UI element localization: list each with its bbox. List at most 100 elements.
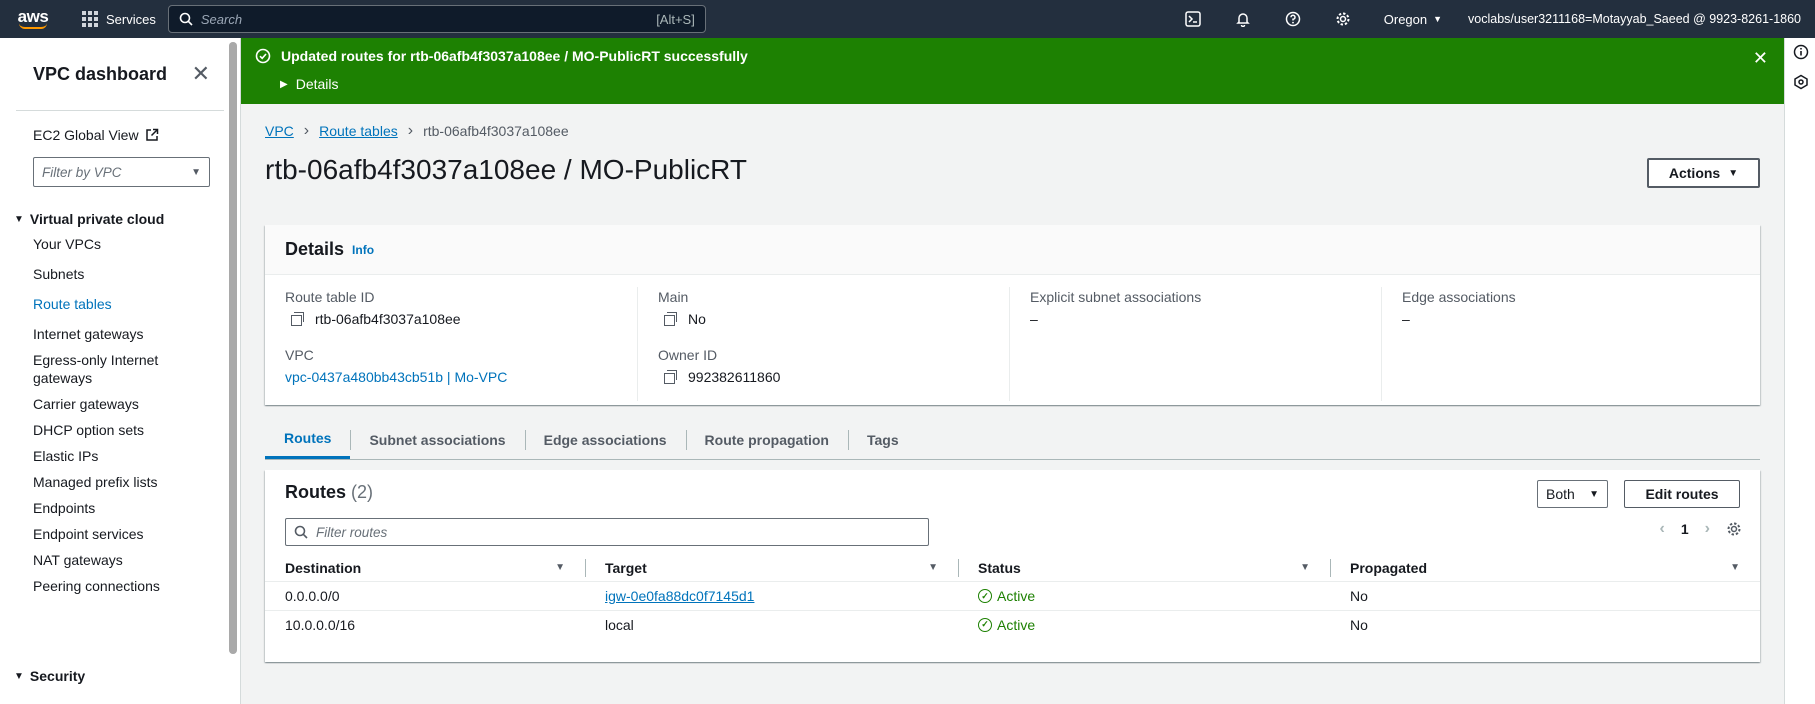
caret-down-icon: ▼ xyxy=(14,670,24,682)
sort-caret-icon: ▼ xyxy=(928,562,938,573)
ip-version-value: Both xyxy=(1546,486,1575,502)
details-column-1: Route table ID rtb-06afb4f3037a108ee VPC… xyxy=(265,287,637,401)
details-column-3: Explicit subnet associations – xyxy=(1009,287,1381,401)
copy-icon[interactable] xyxy=(664,312,678,326)
sidebar-item-elastic-ips[interactable]: Elastic IPs xyxy=(33,447,173,465)
column-header-target[interactable]: Target ▼ xyxy=(585,554,958,582)
sidebar-item-peering-connections[interactable]: Peering connections xyxy=(33,577,173,595)
flash-details-toggle[interactable]: ▶ Details xyxy=(280,76,339,92)
details-column-4: Edge associations – xyxy=(1381,287,1753,401)
sidebar-item-internet-gateways[interactable]: Internet gateways xyxy=(33,325,173,343)
sidebar-item-endpoints[interactable]: Endpoints xyxy=(33,499,173,517)
routes-count: (2) xyxy=(351,482,374,502)
ec2-global-view-link[interactable]: EC2 Global View xyxy=(0,111,240,143)
tab-routes[interactable]: Routes xyxy=(265,420,351,459)
gear-icon[interactable] xyxy=(1318,0,1368,38)
detail-tabs: Routes Subnet associations Edge associat… xyxy=(265,420,1760,460)
vpc-label: VPC xyxy=(285,347,314,363)
region-selector[interactable]: Oregon ▼ xyxy=(1368,12,1458,27)
global-search[interactable]: [Alt+S] xyxy=(167,5,706,33)
destination-cell: 0.0.0.0/0 xyxy=(285,588,340,604)
copy-icon[interactable] xyxy=(291,312,305,326)
current-page[interactable]: 1 xyxy=(1681,521,1689,537)
section-security[interactable]: ▼ Security xyxy=(0,668,85,684)
filter-routes-input[interactable] xyxy=(316,524,920,540)
services-label: Services xyxy=(106,11,156,27)
info-link[interactable]: Info xyxy=(352,243,374,257)
tab-tags[interactable]: Tags xyxy=(847,420,918,459)
actions-label: Actions xyxy=(1668,165,1721,181)
target-cell: igw-0e0fa88dc0f7145d1 xyxy=(585,582,958,610)
cloudshell-icon[interactable] xyxy=(1168,0,1218,38)
filter-by-vpc-select[interactable]: Filter by VPC ▼ xyxy=(33,157,210,187)
column-header-propagated[interactable]: Propagated ▼ xyxy=(1330,554,1760,582)
help-icon[interactable] xyxy=(1268,0,1318,38)
close-icon[interactable]: ✕ xyxy=(192,63,210,85)
tab-edge-associations[interactable]: Edge associations xyxy=(524,420,686,459)
sidebar-item-endpoint-services[interactable]: Endpoint services xyxy=(33,525,173,543)
table-row: 10.0.0.0/16 local ✓ Active No xyxy=(265,610,1760,638)
edit-routes-button[interactable]: Edit routes xyxy=(1624,480,1740,508)
scrollbar-thumb[interactable] xyxy=(229,42,237,654)
sort-caret-icon: ▼ xyxy=(1730,562,1740,573)
caret-down-icon: ▼ xyxy=(1728,167,1739,179)
tab-subnet-associations[interactable]: Subnet associations xyxy=(350,420,524,459)
target-cell: local xyxy=(605,616,634,633)
bell-icon[interactable] xyxy=(1218,0,1268,38)
success-flash-banner: Updated routes for rtb-06afb4f3037a108ee… xyxy=(241,38,1784,104)
sidebar-item-egress-only-internet-gateways[interactable]: Egress-only Internet gateways xyxy=(33,351,173,387)
status-label: Active xyxy=(997,616,1036,633)
column-header-destination[interactable]: Destination ▼ xyxy=(265,554,585,582)
caret-right-icon: ▶ xyxy=(280,78,288,90)
sidebar-item-carrier-gateways[interactable]: Carrier gateways xyxy=(33,395,173,413)
filter-routes-field[interactable] xyxy=(285,518,929,546)
sidebar-item-managed-prefix-lists[interactable]: Managed prefix lists xyxy=(33,473,173,491)
actions-button[interactable]: Actions ▼ xyxy=(1647,158,1760,188)
table-header-row: Destination ▼ Target ▼ Status ▼ Propagated ▼ xyxy=(265,554,1760,582)
aws-smile-icon xyxy=(19,23,47,29)
aws-logo-text: aws xyxy=(17,6,49,26)
search-input[interactable] xyxy=(200,11,649,27)
sidebar: VPC dashboard ✕ EC2 Global View Filter b… xyxy=(0,38,241,704)
copy-icon[interactable] xyxy=(664,370,678,384)
section-virtual-private-cloud[interactable]: ▼ Virtual private cloud xyxy=(0,187,240,227)
sidebar-scrollbar[interactable] xyxy=(229,42,237,654)
explicit-subnet-associations-value: – xyxy=(1030,311,1038,327)
vpc-link[interactable]: vpc-0437a480bb43cb51b | Mo-VPC xyxy=(285,369,507,385)
chevron-left-icon[interactable]: ‹ xyxy=(1660,520,1665,538)
route-table-id-value: rtb-06afb4f3037a108ee xyxy=(315,311,461,327)
sidebar-item-your-vpcs[interactable]: Your VPCs xyxy=(33,235,173,253)
services-menu[interactable]: Services xyxy=(66,0,168,38)
breadcrumb-route-tables[interactable]: Route tables xyxy=(319,123,398,139)
pagination: ‹ 1 › xyxy=(1660,520,1742,538)
account-menu[interactable]: voclabs/user3211168=Motayyab_Saeed @ 992… xyxy=(1458,12,1815,26)
destination-cell: 10.0.0.0/16 xyxy=(285,616,356,633)
status-cell: ✓ Active xyxy=(958,611,1330,639)
ip-version-select[interactable]: Both ▼ xyxy=(1537,480,1608,508)
sidebar-item-route-tables[interactable]: Route tables xyxy=(33,295,173,313)
aws-logo[interactable]: aws xyxy=(0,0,66,38)
column-header-status[interactable]: Status ▼ xyxy=(958,554,1330,582)
sidebar-title: VPC dashboard xyxy=(33,63,168,84)
sidebar-item-dhcp-option-sets[interactable]: DHCP option sets xyxy=(33,421,173,439)
close-icon[interactable]: ✕ xyxy=(1753,48,1768,69)
sidebar-nav-list: Your VPCs Subnets Route tables Internet … xyxy=(0,235,240,595)
region-label: Oregon xyxy=(1383,11,1428,27)
filter-by-vpc-placeholder: Filter by VPC xyxy=(42,164,122,180)
routes-panel: Routes (2) Both ▼ Edit routes ‹ 1 › Dest… xyxy=(265,470,1760,662)
tab-route-propagation[interactable]: Route propagation xyxy=(685,420,848,459)
sidebar-item-nat-gateways[interactable]: NAT gateways xyxy=(33,551,173,569)
table-row: 0.0.0.0/0 igw-0e0fa88dc0f7145d1 ✓ Active … xyxy=(265,582,1760,610)
gear-icon[interactable] xyxy=(1726,521,1742,537)
edge-associations-value: – xyxy=(1402,311,1410,327)
caret-down-icon: ▼ xyxy=(191,166,201,178)
chevron-right-icon[interactable]: › xyxy=(1705,520,1710,538)
hexagon-icon[interactable] xyxy=(1793,74,1809,90)
external-link-icon xyxy=(145,128,158,141)
info-icon[interactable] xyxy=(1793,44,1809,60)
sidebar-item-subnets[interactable]: Subnets xyxy=(33,265,173,283)
routes-title: Routes xyxy=(285,482,347,502)
column-label: Propagated xyxy=(1350,559,1428,576)
target-link[interactable]: igw-0e0fa88dc0f7145d1 xyxy=(605,588,754,604)
breadcrumb-vpc[interactable]: VPC xyxy=(265,123,294,139)
